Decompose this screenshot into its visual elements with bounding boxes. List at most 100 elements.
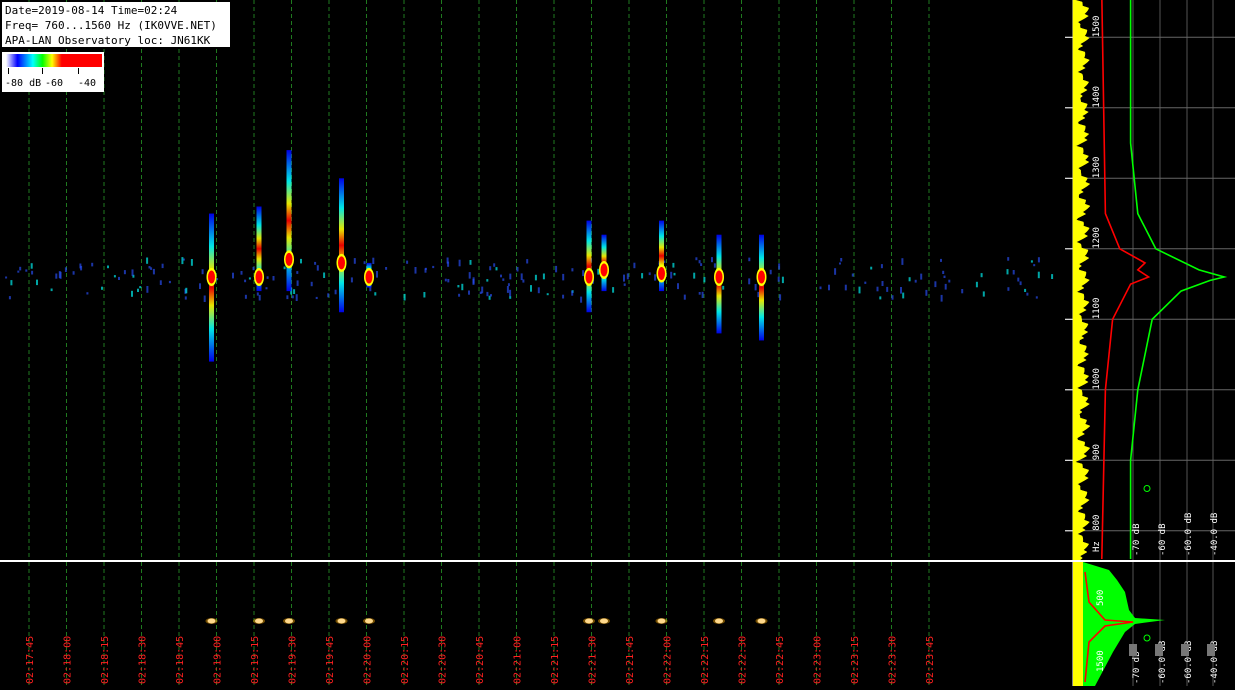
noise-speck [8,296,11,300]
noise-speck [58,271,61,278]
time-tick-label: 02:23:45 [925,636,936,684]
spectrum-svg: 800 900 1000 1100 1200 1300 1400 1500 Hz -70 dB -6… [1065,0,1235,561]
noise-speck [571,290,574,296]
echo-dot-glow [335,618,348,624]
panel-divider [0,560,1235,562]
noise-speck [641,273,644,279]
noise-speck [137,288,139,292]
noise-speck [769,269,772,275]
time-tick-label: 02:19:15 [250,636,261,684]
scale-label-high: -40 [78,78,97,89]
noise-speck [353,258,356,264]
noise-speck [943,275,946,278]
echo-core [758,270,765,284]
freq-tick-label: 1000 [1092,368,1102,390]
noise-speck [944,283,947,290]
noise-speck [1037,271,1040,279]
noise-speck [446,257,449,264]
noise-speck [327,293,330,298]
echo-dot-glow [755,618,768,624]
noise-speck [493,263,496,267]
noise-speck [754,284,757,291]
noise-speck [1019,281,1022,286]
time-tick-label: 02:23:15 [850,636,861,684]
noise-speck [1007,257,1010,261]
noise-speck [530,285,532,292]
noise-speck [406,260,409,264]
echo-core [208,270,215,284]
noise-speck [844,284,847,291]
freq-tick-label: 1400 [1092,86,1102,108]
noise-speck [50,288,53,292]
noise-speck [55,273,58,279]
noise-speck [244,279,247,283]
noise-speck [506,286,509,293]
noise-speck [920,273,923,280]
noise-speck [184,296,187,300]
meteor-echo [284,150,294,292]
noise-speck [840,258,843,262]
noise-speck [30,263,33,269]
noise-speck [670,271,673,279]
noise-speck [526,259,529,264]
noise-speck [91,262,94,267]
scale-label-low: -80 dB [5,78,42,89]
noise-speck [819,286,822,290]
waterfall-bottom: 02:17:45 02:18:00 02:18:15 02:18:30 02:18:45… [0,562,1065,686]
noise-speck [711,257,713,263]
noise-speck [201,269,204,275]
noise-speck [123,270,126,275]
freq-tick-label: 800 [1092,515,1102,531]
spectrum-panel-bottom: 500 1500 -70 dB -60.0 dB -60.0 dB -40.0 dB [1065,562,1235,686]
time-tick-label: 02:19:45 [325,636,336,684]
echo-dot-glow [655,618,668,624]
noise-speck [131,269,134,276]
noise-speck [748,257,751,262]
noise-speck [101,286,103,290]
noise-speck [834,268,837,275]
time-tick-label: 02:22:45 [775,636,786,684]
db-marker-block [1207,644,1215,656]
meteor-echo [756,234,767,341]
db-marker-block [1129,644,1137,656]
noise-speck [934,281,937,288]
time-tick-label: 02:20:30 [438,636,449,684]
time-tick-label: 02:22:30 [738,636,749,684]
noise-speck [880,264,883,269]
db-tick-label: -40.0 dB [1210,513,1220,556]
echo-dot-glow [283,618,295,624]
noise-speck [693,272,696,279]
noise-speck [414,267,417,274]
noise-speck [722,285,725,290]
noise-speck [118,276,120,280]
echo-core [365,270,373,284]
noise-speck [315,296,318,299]
noise-speck [489,266,492,271]
noise-speck [961,289,964,294]
time-tick-label: 02:21:30 [588,636,599,684]
noise-speck [982,291,985,297]
noise-speck [562,273,565,281]
noise-speck [323,272,326,278]
noise-speck [980,273,983,278]
time-tick-label: 02:20:00 [363,636,374,684]
noise-speck [703,277,706,283]
noise-speck [376,271,378,278]
noise-speck [1033,264,1036,267]
time-tick-label: 02:21:00 [513,636,524,684]
noise-speck [612,287,615,293]
scale-label-mid: -60 [45,78,64,89]
noise-speck [698,292,701,295]
noise-speck [131,290,133,297]
noise-speck [240,271,243,275]
noise-speck [472,279,475,285]
noise-speck [779,294,782,301]
color-scale-gradient [6,54,102,67]
noise-speck [31,270,34,275]
noise-speck [901,258,904,265]
noise-speck [713,263,716,268]
meteor-echo [206,213,217,362]
noise-speck [516,267,519,272]
noise-speck [673,272,676,276]
noise-speck [113,275,116,278]
